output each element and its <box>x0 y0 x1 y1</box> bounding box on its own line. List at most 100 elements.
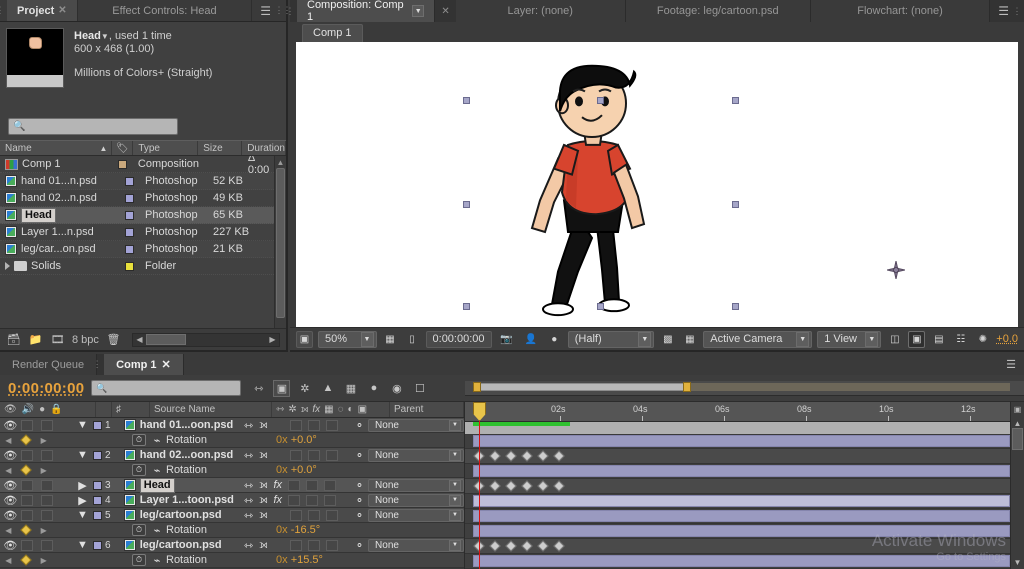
quality-icon[interactable]: ⟕ <box>259 509 267 522</box>
project-item-name-cell[interactable]: hand 02...n.psd <box>0 192 118 204</box>
keyframe-marker[interactable] <box>505 450 516 461</box>
chevron-down-icon[interactable]: ▼ <box>101 32 109 41</box>
next-keyframe-icon[interactable]: ▶ <box>41 436 47 445</box>
scroll-up-icon[interactable]: ▲ <box>275 156 286 168</box>
audio-box[interactable] <box>21 510 33 521</box>
keyframe-toggle-icon[interactable] <box>20 434 31 445</box>
timeline-track-row[interactable] <box>465 464 1010 479</box>
layer-duration-bar[interactable] <box>473 525 1010 537</box>
timeline-layer-row[interactable]: 👁▼5leg/cartoon.psd⇿⟕⚬None▼ <box>0 508 464 523</box>
timeline-track-row[interactable] <box>465 509 1010 524</box>
parent-pickwhip-icon[interactable]: ⚬ <box>355 494 364 507</box>
layer-audio-toggle[interactable] <box>21 540 42 551</box>
timeline-vertical-scrollbar[interactable]: ▣ ▲ ▼ <box>1010 402 1024 569</box>
project-item-name-cell[interactable]: hand 01...n.psd <box>0 175 118 187</box>
layer-expand-triangle[interactable]: ▶ <box>75 494 90 507</box>
hide-shy-layers-icon[interactable]: ✲ <box>296 380 313 397</box>
layer-parent-cell[interactable]: ⚬None▼ <box>351 449 464 462</box>
viewer-timecode[interactable]: 0:00:00:00 <box>426 331 492 348</box>
solo-box[interactable] <box>41 495 53 506</box>
frame-blend-box[interactable] <box>290 540 302 551</box>
project-item-tag-cell[interactable] <box>118 262 140 271</box>
timeline-keyframe-track-row[interactable] <box>465 449 1010 464</box>
layer-parent-cell[interactable]: ⚬None▼ <box>351 509 464 522</box>
quality-icon[interactable]: ⟕ <box>259 449 267 462</box>
close-icon[interactable]: ✕ <box>435 0 455 22</box>
layer-duration-bar[interactable] <box>473 555 1010 567</box>
timeline-layer-row[interactable]: 👁▼6leg/cartoon.psd⇿⟕⚬None▼ <box>0 538 464 553</box>
viewer-gripper-icon-right[interactable] <box>1017 0 1024 22</box>
timeline-track-row[interactable] <box>465 524 1010 539</box>
keyframe-marker[interactable] <box>553 540 564 551</box>
layer-source-name-cell[interactable]: hand 01...oon.psd <box>124 419 240 431</box>
timeline-property-row[interactable]: ◀▶⏱⌁Rotation0x -16.5° <box>0 523 464 538</box>
layer-duration-bar[interactable] <box>473 465 1010 477</box>
brainstorm-icon[interactable]: ● <box>365 380 382 397</box>
fast-previews-icon[interactable]: ▣ <box>908 331 925 348</box>
parent-pickwhip-icon[interactable]: ⚬ <box>355 449 364 462</box>
audio-box[interactable] <box>21 480 33 491</box>
shy-icon[interactable]: ⇿ <box>244 509 253 522</box>
graph-editor-cell[interactable]: ⌁ <box>148 434 166 447</box>
three-d-box[interactable] <box>324 495 336 506</box>
viewer-gripper-icon[interactable] <box>290 0 297 22</box>
property-value[interactable]: 0x +0.0° <box>276 464 317 476</box>
timeline-keyframe-track-row[interactable] <box>465 479 1010 494</box>
selection-handle[interactable] <box>463 201 470 208</box>
audio-box[interactable] <box>21 450 33 461</box>
project-asset-list[interactable]: Comp 1CompositionΔ 0:00⛓hand 01...n.psdP… <box>0 156 286 328</box>
layer-visibility-toggle[interactable]: 👁 <box>0 479 21 492</box>
chevron-down-icon[interactable]: ▼ <box>449 495 461 506</box>
graph-editor-cell[interactable]: ⌁ <box>148 464 166 477</box>
project-scroll-thumb[interactable] <box>276 168 285 318</box>
layer-visibility-toggle[interactable]: 👁 <box>0 419 21 432</box>
timeline-property-row[interactable]: ◀▶⏱⌁Rotation0x +15.5° <box>0 553 464 568</box>
selection-handle[interactable] <box>597 303 604 310</box>
layer-duration-bar[interactable] <box>473 510 1010 522</box>
timeline-layer-row[interactable]: 👁▶4Layer 1...toon.psd⇿⟕fx⚬None▼ <box>0 493 464 508</box>
layer-audio-toggle[interactable] <box>21 510 42 521</box>
layer-audio-toggle[interactable] <box>21 420 42 431</box>
timeline-scroll-thumb[interactable] <box>1012 428 1023 450</box>
layer-label-color[interactable] <box>90 451 105 460</box>
timeline-keyframe-track-row[interactable] <box>465 539 1010 554</box>
resolution-select[interactable]: (Half) ▼ <box>568 331 655 348</box>
expand-triangle-icon[interactable] <box>5 262 10 270</box>
parent-select[interactable]: None▼ <box>368 479 464 492</box>
motion-blur-box[interactable] <box>308 540 320 551</box>
shy-icon[interactable]: ⇿ <box>244 539 253 552</box>
snapshot-camera-icon[interactable]: 📷 <box>497 331 517 348</box>
shy-icon[interactable]: ⇿ <box>244 449 253 462</box>
quality-icon[interactable]: ⟕ <box>259 539 267 552</box>
keyframe-toggle-icon[interactable] <box>20 524 31 535</box>
parent-pickwhip-icon[interactable]: ⚬ <box>355 479 364 492</box>
composition-mini-flowchart-icon[interactable]: ⇿ <box>250 380 267 397</box>
tab-flowchart[interactable]: Flowchart: (none) <box>811 0 990 22</box>
property-value[interactable]: 0x +0.0° <box>276 434 317 446</box>
zoom-handle-right[interactable] <box>683 382 691 392</box>
layer-switches[interactable]: ⇿⟕ <box>240 419 351 432</box>
motion-blur-box[interactable] <box>306 480 318 491</box>
frame-blending-icon[interactable]: ▲ <box>319 380 336 397</box>
keyframe-marker[interactable] <box>537 450 548 461</box>
keyframe-marker[interactable] <box>505 480 516 491</box>
project-item-row[interactable]: leg/car...on.psdPhotoshop21 KB <box>0 241 286 258</box>
layer-solo-toggle[interactable] <box>41 540 62 551</box>
timeline-panel-menu-icon[interactable]: ☰ <box>1006 358 1016 371</box>
project-search-box[interactable]: 🔍 <box>8 118 178 135</box>
tab-composition[interactable]: Composition: Comp 1 ▼ <box>297 0 435 22</box>
three-d-box[interactable] <box>326 420 338 431</box>
project-item-row[interactable]: Layer 1...n.psdPhotoshop227 KB <box>0 224 286 241</box>
layer-source-name-cell[interactable]: leg/cartoon.psd <box>124 509 240 521</box>
chevron-down-icon[interactable]: ▼ <box>449 510 461 521</box>
solo-box[interactable] <box>41 540 53 551</box>
selection-handle[interactable] <box>732 201 739 208</box>
layer-switches[interactable]: ⇿⟕fx <box>240 494 351 507</box>
new-composition-icon[interactable]: 🎞 <box>50 333 65 346</box>
column-header-tag[interactable]: 🏷 <box>112 141 133 155</box>
timeline-track-area[interactable]: 0s02s04s06s08s10s12s ▣ ▲ ▼ <box>465 402 1024 569</box>
column-header-size[interactable]: Size <box>198 141 242 155</box>
motion-blur-icon[interactable]: ▦ <box>342 380 359 397</box>
parent-select[interactable]: None▼ <box>368 509 464 522</box>
layer-visibility-toggle[interactable]: 👁 <box>0 539 21 552</box>
